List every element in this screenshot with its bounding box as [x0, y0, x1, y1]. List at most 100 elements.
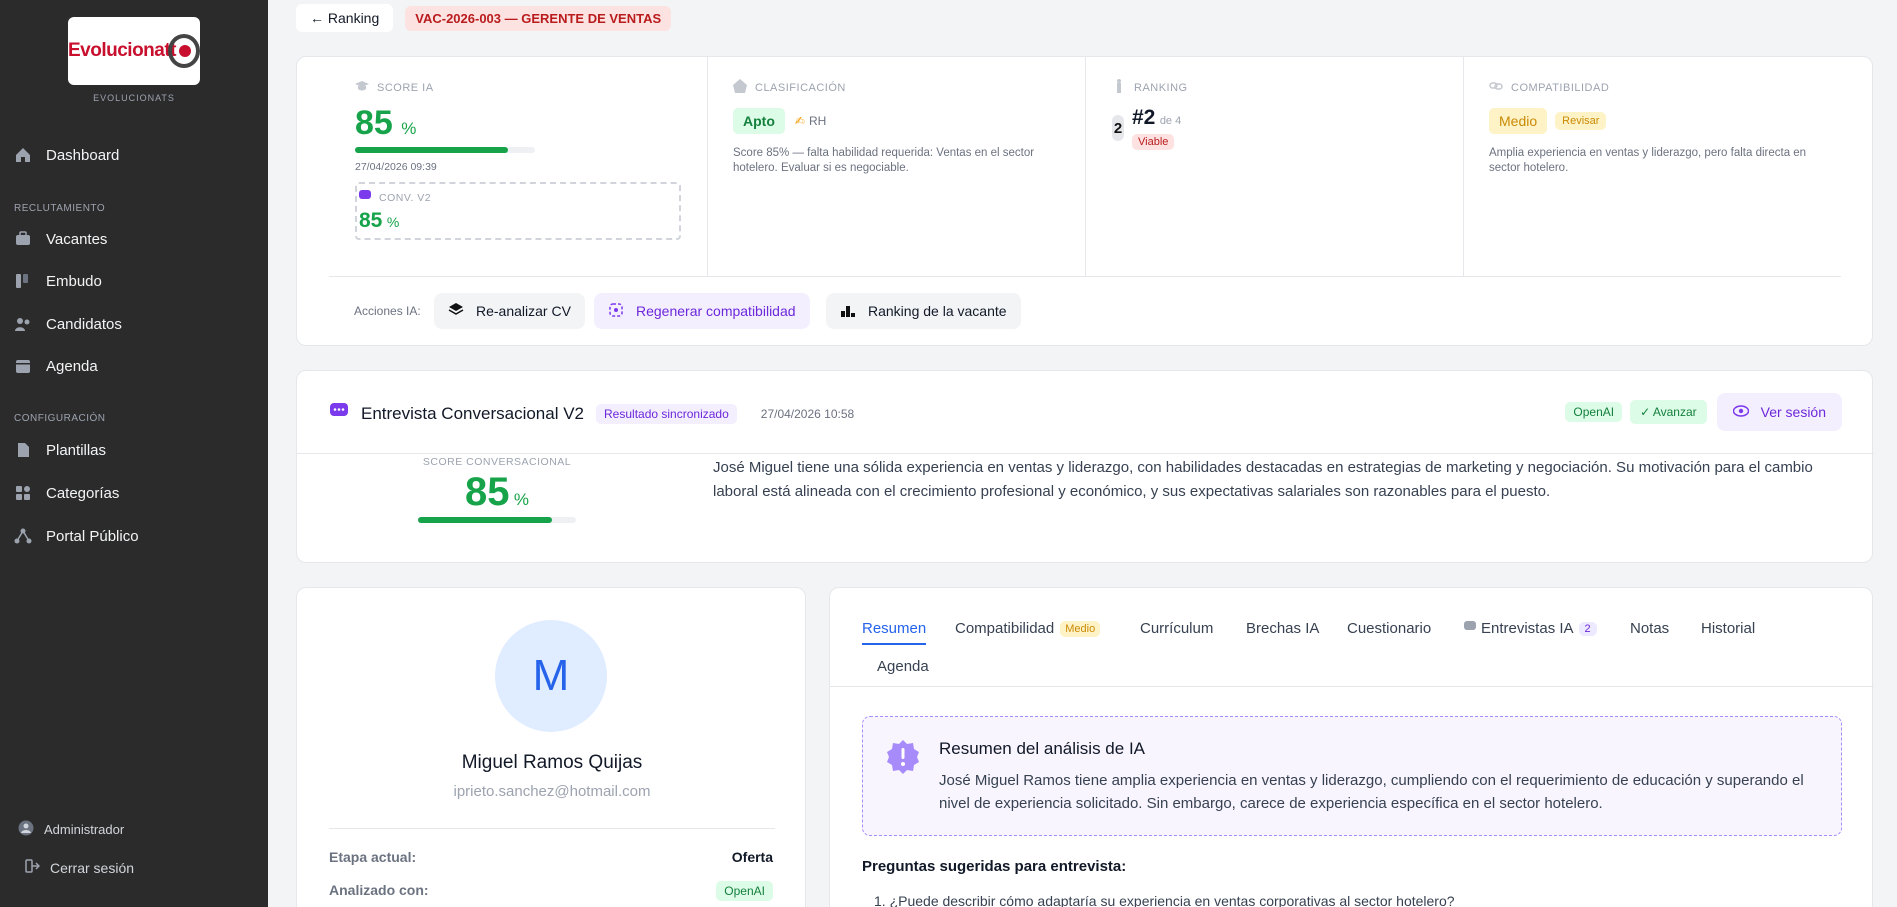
- analyzed-provider-badge: OpenAI: [716, 881, 773, 901]
- regenerate-compat-button[interactable]: Regenerar compatibilidad: [594, 293, 810, 329]
- tab-curriculum[interactable]: Currículum: [1140, 620, 1213, 637]
- brand-subtitle: EVOLUCIONATS: [93, 93, 175, 103]
- score-ia-block: SCORE IA 85 % 27/04/2026 09:39 CONV. V2 …: [355, 79, 685, 240]
- compat-action-badge: Revisar: [1555, 112, 1607, 130]
- tab-historial[interactable]: Historial: [1701, 620, 1755, 637]
- chat-bubble-icon: [329, 401, 349, 426]
- conv-score-progress-fill: [418, 517, 553, 523]
- user-icon: [18, 820, 34, 839]
- compat-tab-badge: Medio: [1060, 620, 1101, 637]
- tag-icon: [733, 79, 747, 96]
- conv-score-block: SCORE CONVERSACIONAL 85 %: [397, 456, 597, 523]
- layers-icon: [448, 302, 464, 321]
- eye-icon: [1732, 404, 1749, 420]
- chat-icon: [1464, 620, 1476, 637]
- gear-logo-icon: [168, 34, 200, 68]
- sidebar-item-categorias[interactable]: Categorías: [14, 484, 119, 502]
- share-icon: [14, 527, 32, 545]
- chat-icon: [359, 190, 371, 205]
- decision-badge: ✓ Avanzar: [1630, 400, 1707, 424]
- vacancy-ranking-button[interactable]: Ranking de la vacante: [826, 293, 1021, 329]
- podium-icon: [840, 302, 856, 321]
- logout-link[interactable]: Cerrar sesión: [24, 858, 134, 877]
- conversational-interview-card: Entrevista Conversacional V2 Resultado s…: [296, 370, 1874, 563]
- ranking-status-badge: Viable: [1132, 134, 1175, 150]
- ai-actions-label: Acciones IA:: [354, 304, 421, 318]
- analysis-body: José Miguel Ramos tiene amplia experienc…: [939, 772, 1804, 812]
- tab-cuestionario[interactable]: Cuestionario: [1347, 620, 1431, 637]
- candidate-profile-card: M Miguel Ramos Quijas iprieto.sanchez@ho…: [296, 587, 806, 907]
- conv-v2-value: 85: [359, 209, 383, 232]
- classification-badge: Apto: [733, 108, 785, 134]
- interview-title: Entrevista Conversacional V2: [361, 403, 585, 423]
- compat-note: Amplia experiencia en ventas y liderazgo…: [1489, 147, 1807, 174]
- calendar-icon: [14, 357, 32, 375]
- tab-agenda[interactable]: Agenda: [877, 658, 929, 675]
- people-icon: [14, 315, 32, 333]
- conv-score-value: 85: [464, 470, 510, 514]
- sidebar: Evolucionatt EVOLUCIONATS Dashboard RECL…: [0, 0, 268, 907]
- classification-block: CLASIFICACIÓN Apto ✍ RH Score 85% — falt…: [733, 79, 1073, 176]
- tab-resumen[interactable]: Resumen: [862, 620, 927, 645]
- podium-icon: [1112, 79, 1126, 96]
- provider-badge: OpenAI: [1565, 402, 1623, 422]
- document-icon: [14, 441, 32, 459]
- score-ia-progress-fill: [355, 147, 508, 153]
- sidebar-user[interactable]: Administrador: [18, 820, 124, 839]
- silver-medal-icon: 2: [1112, 115, 1124, 141]
- compat-level-badge: Medio: [1489, 108, 1548, 134]
- home-icon: [14, 146, 32, 164]
- logout-icon: [24, 858, 41, 877]
- classification-note: Score 85% — falta habilidad requerida: V…: [733, 147, 1035, 174]
- sidebar-item-vacantes[interactable]: Vacantes: [14, 230, 107, 248]
- kanban-icon: [14, 272, 32, 290]
- sidebar-item-portal[interactable]: Portal Público: [14, 527, 139, 545]
- question-item: 1. ¿Puede describir cómo adaptaría su ex…: [874, 893, 1455, 907]
- section-recruitment: RECLUTAMIENTO: [14, 203, 106, 214]
- tab-entrevistas[interactable]: Entrevistas IA 2: [1464, 620, 1597, 637]
- candidate-name: Miguel Ramos Quijas: [461, 752, 643, 773]
- avatar: M: [495, 620, 607, 732]
- score-ia-progress: [355, 147, 535, 153]
- sidebar-item-candidatos[interactable]: Candidatos: [14, 315, 122, 333]
- interview-date: 27/04/2026 10:58: [760, 406, 855, 421]
- briefcase-icon: [14, 230, 32, 248]
- analyzed-label: Analizado con:: [329, 882, 429, 898]
- ranking-position: #2: [1132, 106, 1156, 129]
- view-session-button[interactable]: Ver sesión: [1716, 393, 1842, 431]
- grid-icon: [14, 484, 32, 502]
- questions-title: Preguntas sugeridas para entrevista:: [862, 858, 1127, 875]
- sidebar-item-embudo[interactable]: Embudo: [14, 272, 102, 290]
- interviews-count-badge: 2: [1578, 621, 1597, 636]
- top-breadcrumb: ← Ranking VAC-2026-003 — GERENTE DE VENT…: [296, 4, 672, 32]
- score-ia-value: 85: [355, 104, 393, 142]
- conv-v2-box: CONV. V2 85 %: [355, 182, 681, 240]
- interview-summary: José Miguel tiene una sólida experiencia…: [713, 459, 1813, 500]
- ranking-block: RANKING 2 #2 de 4 Viable: [1112, 79, 1452, 150]
- analysis-title: Resumen del análisis de IA: [939, 739, 1146, 758]
- tab-compatibilidad[interactable]: Compatibilidad Medio: [955, 620, 1101, 637]
- back-to-ranking-button[interactable]: ← Ranking: [296, 4, 394, 32]
- sync-badge: Resultado sincronizado: [596, 403, 737, 424]
- company-logo[interactable]: Evolucionatt: [68, 17, 200, 85]
- sparkle-icon: [608, 302, 624, 321]
- stage-value: Oferta: [731, 849, 773, 865]
- sidebar-item-plantillas[interactable]: Plantillas: [14, 441, 106, 459]
- section-config: CONFIGURACIÓN: [14, 413, 106, 424]
- tab-brechas[interactable]: Brechas IA: [1246, 620, 1319, 637]
- tab-notas[interactable]: Notas: [1630, 620, 1669, 637]
- reanalyze-cv-button[interactable]: Re-analizar CV: [434, 293, 585, 329]
- candidate-email[interactable]: iprieto.sanchez@hotmail.com: [297, 783, 807, 800]
- sidebar-item-dashboard[interactable]: Dashboard: [14, 146, 119, 164]
- compatibility-block: COMPATIBILIDAD Medio Revisar Amplia expe…: [1489, 79, 1829, 176]
- score-ia-date: 27/04/2026 09:39: [355, 161, 437, 173]
- hand-icon: ✍: [794, 114, 805, 128]
- stage-label: Etapa actual:: [329, 849, 417, 865]
- conv-score-progress: [418, 517, 576, 523]
- graduation-cap-icon: [355, 79, 369, 96]
- vacancy-badge: VAC-2026-003 — GERENTE DE VENTAS: [405, 5, 672, 31]
- candidate-detail-card: Resumen Compatibilidad Medio Currículum …: [829, 587, 1874, 907]
- ai-analysis-summary: Resumen del análisis de IA José Miguel R…: [862, 716, 1842, 836]
- sidebar-item-agenda[interactable]: Agenda: [14, 357, 98, 375]
- exclamation-icon: [885, 739, 921, 780]
